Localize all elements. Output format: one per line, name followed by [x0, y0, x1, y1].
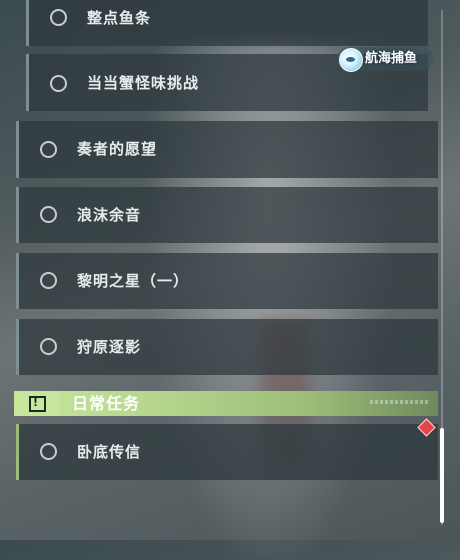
section-decoration: [370, 400, 430, 404]
fishing-badge[interactable]: 航海捕鱼: [337, 47, 433, 72]
fishing-icon: [339, 48, 363, 72]
quest-item-3[interactable]: 黎明之星（一）: [16, 253, 438, 309]
quest-item-label: 卧底传信: [77, 443, 142, 461]
quest-status-circle-icon: [40, 141, 57, 158]
quest-status-circle-icon: [40, 272, 57, 289]
quest-status-circle-icon: [50, 9, 67, 26]
quest-status-circle-icon: [50, 75, 67, 92]
quest-item-label: 浪沫余音: [77, 206, 142, 224]
quest-item-label: 整点鱼条: [87, 9, 152, 27]
daily-quest-item-1[interactable]: 卧底传信: [16, 424, 438, 480]
section-title: 日常任务: [72, 394, 141, 413]
quest-item-2[interactable]: 浪沫余音: [16, 187, 438, 243]
quest-item-label: 奏者的愿望: [77, 140, 158, 158]
quest-item-4[interactable]: 狩原逐影: [16, 319, 438, 375]
quest-item-1[interactable]: 奏者的愿望: [16, 121, 438, 178]
quest-status-circle-icon: [40, 206, 57, 223]
scrollbar-thumb[interactable]: [440, 428, 444, 523]
quest-item-label: 黎明之星（一）: [77, 272, 190, 290]
quest-item-sub-1[interactable]: 整点鱼条: [26, 0, 428, 46]
daily-section-header[interactable]: ! 日常任务: [14, 391, 438, 416]
quest-item-label: 狩原逐影: [77, 338, 142, 356]
exclamation-box-icon: !: [14, 391, 60, 416]
fishing-badge-label: 航海捕鱼: [365, 51, 418, 66]
quest-item-label: 当当蟹怪味挑战: [87, 74, 200, 92]
quest-status-circle-icon: [40, 338, 57, 355]
quest-status-circle-icon: [40, 443, 57, 460]
